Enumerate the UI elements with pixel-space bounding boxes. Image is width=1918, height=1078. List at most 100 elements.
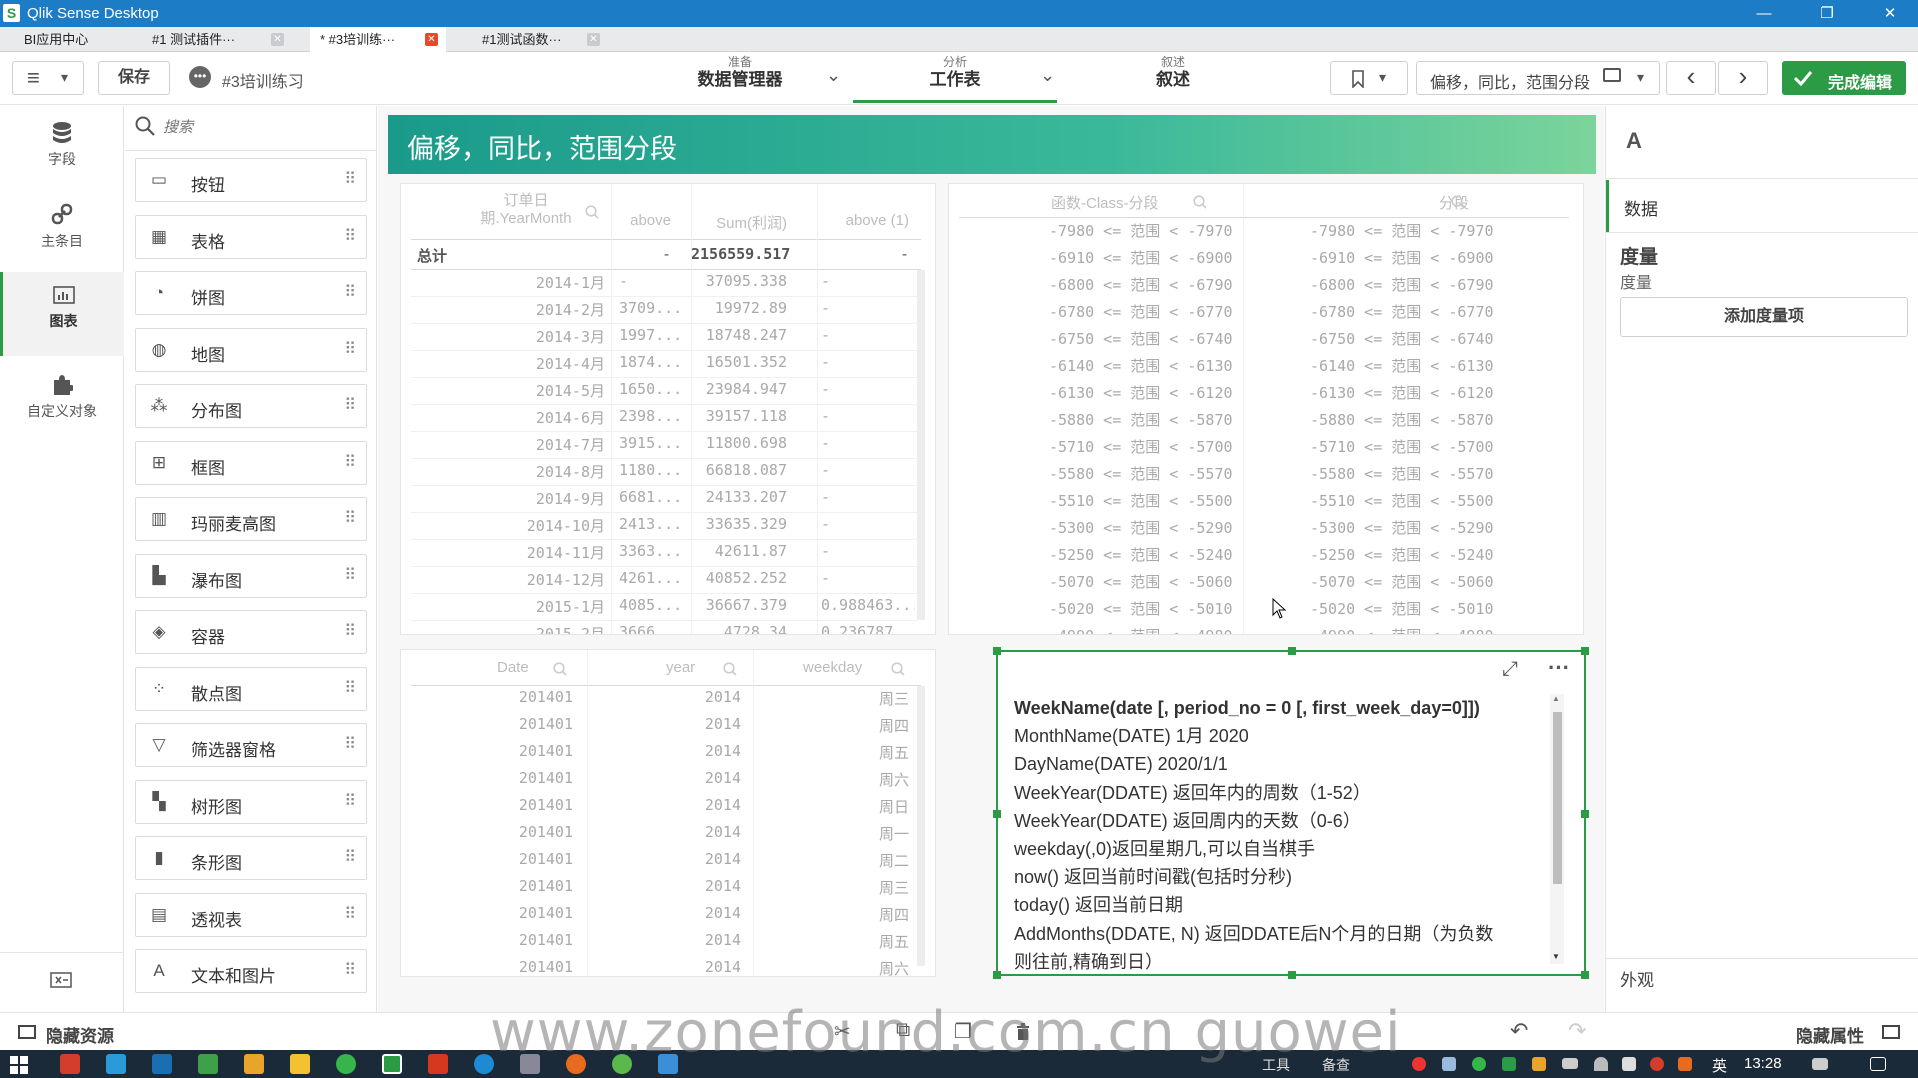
text-object-selected[interactable]: ⤢ ··· WeekName(date [, period_no = 0 [, …: [993, 647, 1589, 979]
resize-handle[interactable]: [1581, 647, 1589, 655]
next-sheet-button[interactable]: ›: [1718, 61, 1768, 95]
scrollbar-thumb[interactable]: [1553, 712, 1562, 884]
drag-handle-icon[interactable]: ⠿: [344, 565, 356, 585]
scroll-down-icon[interactable]: ▼: [1552, 952, 1560, 961]
table-date-weekday[interactable]: Date year weekday 201401 2014 周三 201401 2014…: [400, 649, 936, 977]
save-button[interactable]: 保存: [98, 61, 170, 95]
asset-item[interactable]: ▚ 树形图 ⠿: [135, 779, 367, 824]
ime-indicator[interactable]: 英: [1712, 1055, 1727, 1076]
asset-item[interactable]: ◈ 容器 ⠿: [135, 610, 367, 654]
drag-handle-icon[interactable]: ⠿: [344, 678, 356, 698]
search-icon[interactable]: [1193, 195, 1207, 209]
resize-handle[interactable]: [1581, 971, 1589, 979]
search-input[interactable]: [161, 114, 361, 140]
windows-start-icon[interactable]: [10, 1056, 28, 1074]
asset-item[interactable]: ⊞ 框图 ⠿: [135, 440, 367, 485]
app-window-icon[interactable]: [106, 1054, 126, 1074]
tray-chart-icon[interactable]: [1812, 1058, 1828, 1070]
drag-handle-icon[interactable]: ⠿: [344, 452, 356, 472]
tab-close-icon[interactable]: ✕: [587, 33, 600, 46]
rail-master-items[interactable]: 主条目: [0, 198, 124, 270]
asset-item[interactable]: ◍ 地图 ⠿: [135, 327, 367, 372]
drag-handle-icon[interactable]: ⠿: [344, 734, 356, 754]
column-header-sum-profit[interactable]: Sum(利润): [691, 212, 787, 233]
app-qlik-icon[interactable]: [382, 1054, 402, 1074]
asset-item[interactable]: ▤ 透视表 ⠿: [135, 892, 367, 937]
tab-training[interactable]: * #3培训练··· ✕: [310, 27, 446, 52]
drag-handle-icon[interactable]: ⠿: [344, 621, 356, 641]
done-editing-button[interactable]: 完成编辑: [1782, 61, 1906, 95]
column-header-yearmonth[interactable]: 订单日 期.YearMonth: [471, 192, 581, 228]
tray-search-icon[interactable]: [1678, 1057, 1692, 1071]
resize-handle[interactable]: [993, 810, 1001, 818]
app-clover-icon[interactable]: [198, 1054, 218, 1074]
asset-item[interactable]: ⁂ 分布图 ⠿: [135, 384, 367, 428]
tray-record-icon[interactable]: [1412, 1057, 1426, 1071]
global-menu-button[interactable]: ≡ ▾: [12, 61, 84, 95]
drag-handle-icon[interactable]: ⠿: [344, 847, 356, 867]
asset-item[interactable]: ◔ 饼图 ⠿: [135, 271, 367, 315]
tray-security-icon[interactable]: [1650, 1057, 1664, 1071]
app-stack-icon[interactable]: [290, 1054, 310, 1074]
table-offset-yoy[interactable]: 订单日 期.YearMonth above Sum(利润) above (1) …: [400, 183, 936, 635]
chevron-down-icon[interactable]: ⌄: [1040, 65, 1055, 86]
minimize-button[interactable]: —: [1736, 0, 1792, 27]
table-scrollbar[interactable]: [917, 270, 925, 620]
tray-qlik-icon[interactable]: [1502, 1057, 1516, 1071]
add-measure-button[interactable]: 添加度量项: [1620, 297, 1908, 337]
asset-item[interactable]: ▥ 玛丽麦高图 ⠿: [135, 497, 367, 541]
search-icon[interactable]: [891, 662, 905, 676]
drag-handle-icon[interactable]: ⠿: [344, 339, 356, 359]
rail-charts[interactable]: 图表: [0, 272, 124, 356]
section-appearance[interactable]: 外观: [1620, 966, 1654, 991]
search-icon[interactable]: [1451, 195, 1465, 209]
more-options-icon[interactable]: ···: [1548, 655, 1570, 681]
previous-sheet-button[interactable]: ‹: [1666, 61, 1716, 95]
app-check-icon[interactable]: [244, 1054, 264, 1074]
column-header-year[interactable]: year: [666, 659, 695, 676]
column-header-above-1[interactable]: above (1): [819, 212, 909, 229]
search-icon[interactable]: [723, 662, 737, 676]
scroll-up-icon[interactable]: ▲: [1552, 694, 1560, 703]
drag-handle-icon[interactable]: ⠿: [344, 791, 356, 811]
battery-icon[interactable]: [1562, 1058, 1578, 1069]
close-button[interactable]: ✕: [1862, 0, 1918, 27]
tab-close-icon[interactable]: ✕: [425, 33, 438, 46]
asset-item[interactable]: ▭ 按钮 ⠿: [135, 158, 367, 202]
tab-test-plugin[interactable]: #1 测试插件··· ✕: [142, 27, 292, 52]
tab-bi-hub[interactable]: BI应用中心: [14, 27, 134, 52]
column-header-class-segment[interactable]: 函数-Class-分段: [1051, 192, 1159, 213]
tray-wechat-icon[interactable]: [1472, 1057, 1486, 1071]
rail-custom-objects[interactable]: 自定义对象: [0, 368, 124, 440]
table-range-segments[interactable]: 函数-Class-分段 分段 -7980 <= 范围 < -7970 -7980 …: [948, 183, 1584, 635]
drag-handle-icon[interactable]: ⠿: [344, 508, 356, 528]
notification-icon[interactable]: [1870, 1057, 1886, 1071]
resize-handle[interactable]: [993, 647, 1001, 655]
asset-item[interactable]: ▮ 条形图 ⠿: [135, 836, 367, 880]
rail-fields[interactable]: 字段: [0, 116, 124, 188]
redo-icon[interactable]: ↷: [1568, 1018, 1586, 1044]
column-header-weekday[interactable]: weekday: [803, 659, 862, 676]
asset-item[interactable]: ⁘ 散点图 ⠿: [135, 666, 367, 711]
tab-close-icon[interactable]: ✕: [271, 33, 284, 46]
sheet-selector[interactable]: 偏移，同比，范围分段 ▾: [1416, 61, 1660, 95]
app-wps-icon[interactable]: [428, 1054, 448, 1074]
variables-icon[interactable]: [50, 972, 72, 988]
nav-analyze[interactable]: 分析 工作表: [853, 55, 1057, 103]
bookmark-button[interactable]: ▾: [1330, 61, 1408, 95]
asset-item[interactable]: ▦ 表格 ⠿: [135, 214, 367, 259]
drag-handle-icon[interactable]: ⠿: [344, 169, 356, 189]
chevron-down-icon[interactable]: ⌄: [826, 65, 841, 86]
volume-icon[interactable]: [1622, 1057, 1636, 1071]
app-wechat-icon[interactable]: [336, 1054, 356, 1074]
expand-icon[interactable]: ⤢: [1502, 658, 1518, 681]
search-icon[interactable]: [553, 662, 567, 676]
resize-handle[interactable]: [1288, 647, 1296, 655]
search-icon[interactable]: [585, 205, 599, 219]
tray-check-icon[interactable]: [1532, 1057, 1546, 1071]
app-calendar-icon[interactable]: [60, 1054, 80, 1074]
tray-app-icon[interactable]: [1442, 1057, 1456, 1071]
nav-prepare[interactable]: 准备 数据管理器: [690, 55, 790, 91]
app-remote-icon[interactable]: [152, 1054, 172, 1074]
drag-handle-icon[interactable]: ⠿: [344, 226, 356, 246]
